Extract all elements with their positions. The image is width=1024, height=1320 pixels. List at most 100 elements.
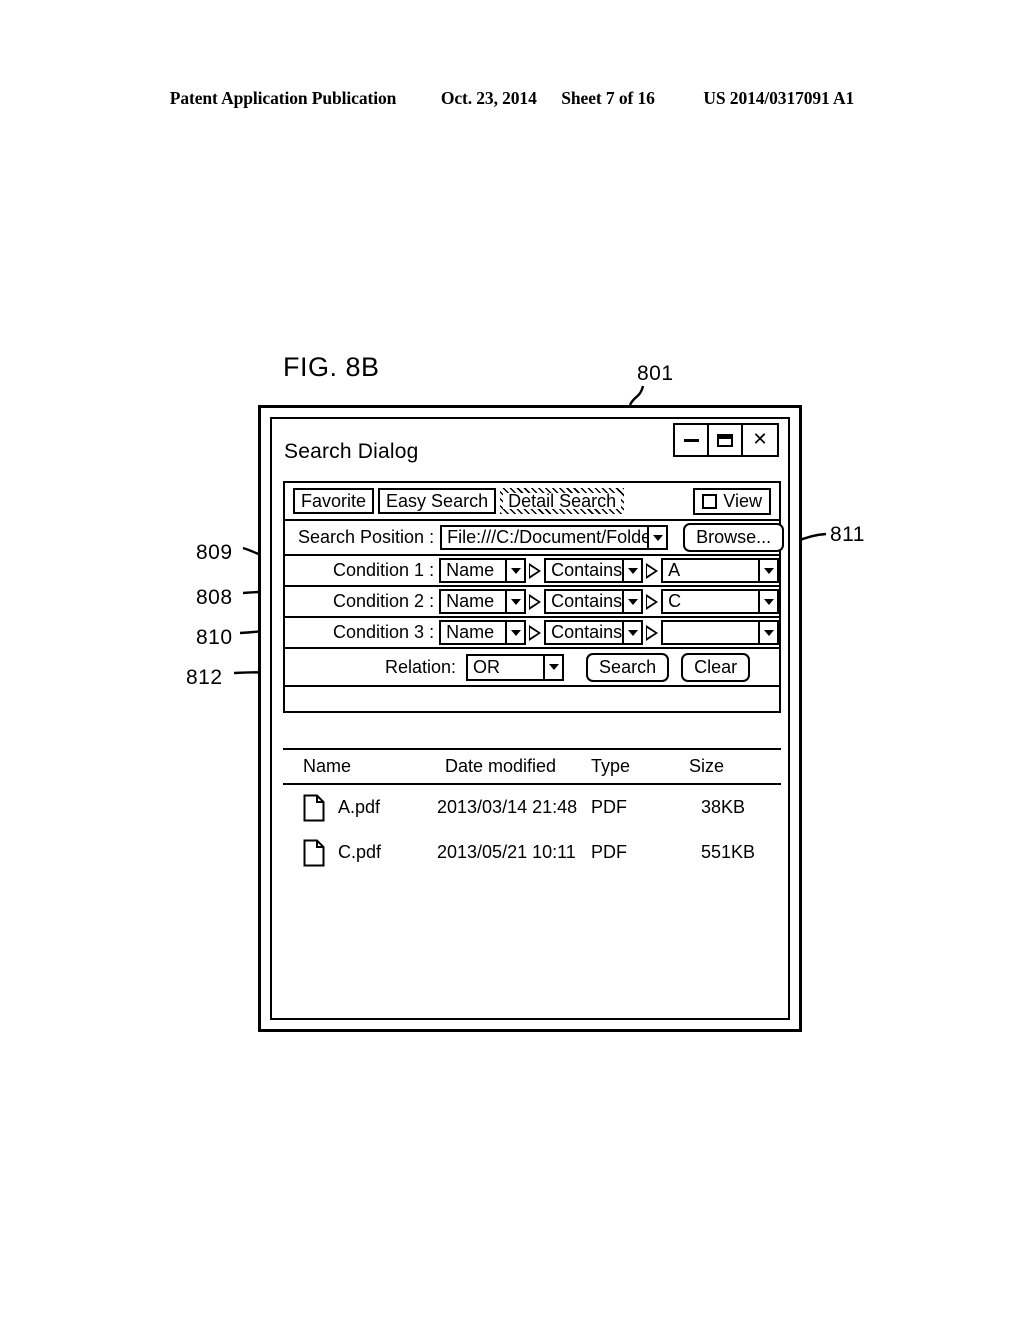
condition-3-operator-combo[interactable]: Contains — [544, 620, 644, 645]
search-controls-panel: Favorite Easy Search Detail Search View … — [283, 481, 785, 713]
condition-1-attribute-value: Name — [446, 560, 495, 580]
condition-2-value: C — [668, 591, 682, 611]
maximize-button[interactable] — [709, 425, 743, 455]
chevron-down-icon — [510, 598, 521, 605]
result-date-modified: 2013/05/21 10:11 — [437, 842, 576, 862]
condition-1-operator-value: Contains — [551, 560, 623, 580]
condition-3-attribute-combo[interactable]: Name — [439, 620, 527, 645]
maximize-icon — [717, 433, 733, 447]
condition-3-label: Condition 3 : — [333, 622, 435, 642]
table-row[interactable]: C.pdf 2013/05/21 10:11 PDF 551KB — [283, 830, 781, 875]
result-name-cell: C.pdf — [283, 839, 435, 867]
condition-3-value-dropdown-arrow[interactable] — [758, 622, 777, 643]
search-position-dropdown-arrow[interactable] — [647, 527, 666, 548]
relation-dropdown-arrow[interactable] — [543, 655, 562, 679]
condition-3-operator-value: Contains — [551, 622, 623, 642]
chevron-down-icon — [510, 629, 521, 636]
search-position-combo[interactable]: File:///C:/Document/Folder — [440, 525, 669, 550]
document-icon — [303, 839, 325, 867]
relation-value: OR — [473, 656, 501, 677]
condition-1-value-dropdown-arrow[interactable] — [758, 560, 777, 581]
document-icon — [303, 794, 325, 822]
view-checkbox[interactable] — [702, 493, 718, 509]
condition-2-value-combo[interactable]: C — [661, 589, 779, 614]
condition-2-attribute-dropdown-arrow[interactable] — [505, 591, 524, 612]
result-file-name: C.pdf — [338, 842, 382, 862]
result-date-modified: 2013/03/14 21:48 — [437, 797, 578, 817]
condition-row-2: Condition 2 : Name Contains C — [285, 587, 779, 618]
flow-arrow-icon — [529, 562, 542, 579]
condition-2-operator-value: Contains — [551, 591, 623, 611]
relation-row: Relation: OR Search Clear — [285, 649, 779, 687]
relation-label: Relation: — [385, 656, 457, 677]
chevron-down-icon — [627, 567, 638, 574]
chevron-down-icon — [652, 534, 663, 541]
result-type: PDF — [591, 842, 627, 862]
condition-3-attribute-value: Name — [446, 622, 495, 642]
search-results-table: Name Date modified Type Size A.pdf 2013/… — [283, 748, 781, 1010]
condition-3-value-combo[interactable] — [661, 620, 779, 645]
condition-2-attribute-combo[interactable]: Name — [439, 589, 527, 614]
tab-detail-search[interactable]: Detail Search — [500, 488, 625, 514]
condition-1-attribute-dropdown-arrow[interactable] — [505, 560, 524, 581]
condition-2-label: Condition 2 : — [333, 591, 435, 611]
condition-1-value: A — [668, 560, 681, 580]
tab-easy-search-label: Easy Search — [386, 490, 489, 511]
result-size: 551KB — [701, 842, 756, 862]
search-position-value: File:///C:/Document/Folder — [447, 527, 648, 547]
chevron-down-icon — [763, 598, 774, 605]
close-icon: ✕ — [752, 429, 768, 450]
flow-arrow-icon — [646, 593, 659, 610]
column-header-type: Type — [591, 756, 631, 776]
chevron-down-icon — [763, 567, 774, 574]
column-header-date-modified: Date modified — [445, 756, 557, 776]
condition-1-label: Condition 1 : — [333, 560, 435, 580]
view-label: View — [723, 490, 762, 511]
condition-1-attribute-combo[interactable]: Name — [439, 558, 527, 583]
tab-favorite-label: Favorite — [301, 490, 367, 511]
chevron-down-icon — [627, 629, 638, 636]
column-header-name: Name — [303, 756, 352, 776]
view-toggle-button[interactable]: View — [693, 487, 771, 515]
condition-1-operator-dropdown-arrow[interactable] — [622, 560, 641, 581]
dialog-title: Search Dialog — [284, 440, 419, 463]
condition-row-1: Condition 1 : Name Contains A — [285, 556, 779, 587]
relation-combo[interactable]: OR — [466, 653, 565, 681]
condition-2-operator-combo[interactable]: Contains — [544, 589, 644, 614]
window-controls: ✕ — [673, 423, 779, 457]
condition-1-operator-combo[interactable]: Contains — [544, 558, 644, 583]
condition-3-attribute-dropdown-arrow[interactable] — [505, 622, 524, 643]
condition-1-value-combo[interactable]: A — [661, 558, 779, 583]
condition-2-value-dropdown-arrow[interactable] — [758, 591, 777, 612]
close-button[interactable]: ✕ — [743, 425, 777, 455]
dialog-inner-frame: Search Dialog ✕ Favorite Easy Search Det… — [270, 417, 790, 1020]
condition-2-attribute-value: Name — [446, 591, 495, 611]
tab-detail-search-selected-hatch: Detail Search — [500, 488, 625, 514]
condition-3-operator-dropdown-arrow[interactable] — [622, 622, 641, 643]
condition-row-3: Condition 3 : Name Contains — [285, 618, 779, 649]
search-position-row: Search Position : File:///C:/Document/Fo… — [285, 521, 785, 556]
condition-3-value — [663, 622, 758, 643]
flow-arrow-icon — [529, 593, 542, 610]
clear-button[interactable]: Clear — [681, 652, 751, 682]
table-header-row: Name Date modified Type Size — [283, 750, 781, 785]
tab-bar: Favorite Easy Search Detail Search View — [285, 483, 779, 521]
dialog-titlebar: Search Dialog ✕ — [272, 419, 788, 481]
chevron-down-icon — [763, 629, 774, 636]
minimize-button[interactable] — [675, 425, 709, 455]
flow-arrow-icon — [529, 624, 542, 641]
search-button[interactable]: Search — [586, 652, 670, 682]
result-name-cell: A.pdf — [283, 794, 435, 822]
chevron-down-icon — [510, 567, 521, 574]
result-type: PDF — [591, 797, 627, 817]
column-header-size: Size — [689, 756, 725, 776]
condition-2-operator-dropdown-arrow[interactable] — [622, 591, 641, 612]
tab-favorite[interactable]: Favorite — [293, 488, 375, 514]
tab-easy-search[interactable]: Easy Search — [378, 488, 497, 514]
table-row[interactable]: A.pdf 2013/03/14 21:48 PDF 38KB — [283, 785, 781, 830]
result-size: 38KB — [701, 797, 746, 817]
search-button-label: Search — [599, 656, 657, 677]
clear-button-label: Clear — [694, 656, 738, 677]
minimize-icon — [683, 438, 699, 442]
browse-button[interactable]: Browse... — [683, 523, 785, 552]
